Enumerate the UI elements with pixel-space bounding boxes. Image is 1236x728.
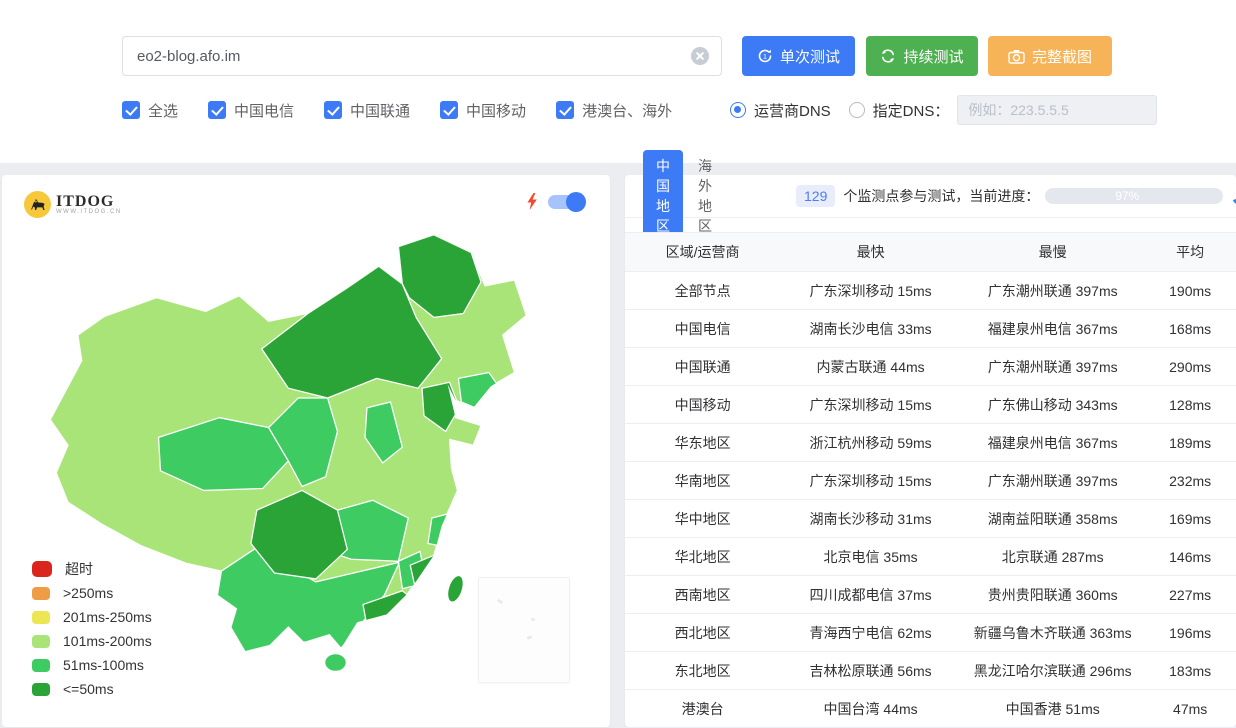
custom-dns-label: 指定DNS： xyxy=(873,100,950,121)
logo-subtitle: WWW.ITDOG.CN xyxy=(56,209,122,215)
fast-mode-toggle[interactable] xyxy=(548,195,584,209)
monitor-count-badge: 129 xyxy=(796,185,835,207)
camera-icon xyxy=(1008,49,1025,64)
table-row: 全部节点 广东深圳移动 15ms 广东潮州联通 397ms 190ms xyxy=(625,272,1236,310)
legend-swatch xyxy=(32,683,50,696)
header-bar: 1 单次测试 持续测试 完整截图 全选 中国电信 中国联通 xyxy=(0,0,1236,163)
map-toolbar xyxy=(526,193,584,210)
checkbox-select-all[interactable]: 全选 xyxy=(122,100,178,121)
tab-china-region[interactable]: 中国地区 xyxy=(643,150,683,242)
refresh-once-icon: 1 xyxy=(757,48,773,64)
table-row: 港澳台 中国台湾 44ms 中国香港 51ms 47ms xyxy=(625,690,1236,728)
legend-item-timeout: 超时 xyxy=(32,557,152,581)
isp-filter-row: 全选 中国电信 中国联通 中国移动 港澳台、海外 xyxy=(122,99,702,121)
lightning-icon xyxy=(526,193,538,210)
table-row: 华南地区 广东深圳移动 15ms 广东潮州联通 397ms 232ms xyxy=(625,462,1236,500)
legend-swatch xyxy=(32,659,50,672)
legend-item-le50: <=50ms xyxy=(32,677,152,701)
table-row: 中国电信 湖南长沙电信 33ms 福建泉州电信 367ms 168ms xyxy=(625,310,1236,348)
custom-dns-input[interactable] xyxy=(957,95,1157,125)
south-china-sea-inset xyxy=(478,577,570,683)
checkbox-label: 全选 xyxy=(148,100,178,121)
continuous-test-button[interactable]: 持续测试 xyxy=(866,36,978,76)
checkbox-icon xyxy=(556,101,574,119)
table-row: 中国移动 广东深圳移动 15ms 广东佛山移动 343ms 128ms xyxy=(625,386,1236,424)
col-fastest: 最快 xyxy=(780,233,961,272)
legend-swatch xyxy=(32,611,50,624)
checkbox-icon xyxy=(324,101,342,119)
checkbox-label: 中国移动 xyxy=(466,100,526,121)
legend-swatch xyxy=(32,561,52,577)
legend-item-101-200: 101ms-200ms xyxy=(32,629,152,653)
col-region: 区域/运营商 xyxy=(625,233,780,272)
checkbox-china-mobile[interactable]: 中国移动 xyxy=(440,100,526,121)
continuous-test-label: 持续测试 xyxy=(903,46,963,67)
table-row: 华北地区 北京电信 35ms 北京联通 287ms 146ms xyxy=(625,538,1236,576)
table-header-row: 区域/运营商 最快 最慢 平均 xyxy=(625,233,1236,272)
itdog-logo: ITDOG WWW.ITDOG.CN xyxy=(24,191,122,218)
progress-bar: 97% xyxy=(1045,188,1223,204)
table-row: 华东地区 浙江杭州移动 59ms 福建泉州电信 367ms 189ms xyxy=(625,424,1236,462)
url-input[interactable] xyxy=(123,48,691,65)
carrier-dns-label: 运营商DNS xyxy=(754,100,831,121)
toggle-knob xyxy=(566,192,586,212)
dns-option-row: 运营商DNS 指定DNS： xyxy=(730,95,1157,125)
dog-icon xyxy=(24,191,51,218)
latency-legend: 超时 >250ms 201ms-250ms 101ms-200ms 51ms-1… xyxy=(32,557,152,701)
legend-item-51-100: 51ms-100ms xyxy=(32,653,152,677)
legend-swatch xyxy=(32,587,50,600)
results-panel: 中国地区 海外地区 129 个监测点参与测试，当前进度： 97% 区域/运营商 … xyxy=(625,175,1236,727)
legend-swatch xyxy=(32,635,50,648)
checkbox-label: 港澳台、海外 xyxy=(582,100,672,121)
table-row: 华中地区 湖南长沙移动 31ms 湖南益阳联通 358ms 169ms xyxy=(625,500,1236,538)
monitor-status-text: 个监测点参与测试，当前进度： xyxy=(843,186,1039,206)
refresh-icon xyxy=(880,48,896,64)
clear-input-icon[interactable] xyxy=(691,47,709,65)
table-row: 西南地区 四川成都电信 37ms 贵州贵阳联通 360ms 227ms xyxy=(625,576,1236,614)
single-test-label: 单次测试 xyxy=(780,46,840,67)
checkbox-label: 中国联通 xyxy=(350,100,410,121)
checkbox-hk-mo-tw-overseas[interactable]: 港澳台、海外 xyxy=(556,100,672,121)
single-test-button[interactable]: 1 单次测试 xyxy=(742,36,855,76)
radio-custom-dns[interactable] xyxy=(849,102,865,118)
legend-item-gt250: >250ms xyxy=(32,581,152,605)
checkbox-label: 中国电信 xyxy=(234,100,294,121)
col-slowest: 最慢 xyxy=(961,233,1144,272)
url-search-box xyxy=(122,36,722,76)
col-average: 平均 xyxy=(1144,233,1236,272)
logo-title: ITDOG xyxy=(56,194,122,209)
legend-item-201-250: 201ms-250ms xyxy=(32,605,152,629)
checkbox-icon xyxy=(440,101,458,119)
checkbox-china-unicom[interactable]: 中国联通 xyxy=(324,100,410,121)
latency-results-table: 区域/运营商 最快 最慢 平均 全部节点 广东深圳移动 15ms 广东潮州联通 … xyxy=(625,232,1236,728)
full-screenshot-button[interactable]: 完整截图 xyxy=(988,36,1112,76)
checkbox-icon xyxy=(208,101,226,119)
loading-spinner-icon xyxy=(1230,185,1236,206)
latency-map-panel: ITDOG WWW.ITDOG.CN xyxy=(2,175,610,727)
tab-overseas-region[interactable]: 海外地区 xyxy=(698,156,712,236)
results-tab-row: 中国地区 海外地区 129 个监测点参与测试，当前进度： 97% xyxy=(625,175,1236,218)
checkbox-icon xyxy=(122,101,140,119)
checkbox-china-telecom[interactable]: 中国电信 xyxy=(208,100,294,121)
table-row: 东北地区 吉林松原联通 56ms 黑龙江哈尔滨联通 296ms 183ms xyxy=(625,652,1236,690)
svg-text:1: 1 xyxy=(763,52,767,61)
table-row: 中国联通 内蒙古联通 44ms 广东潮州联通 397ms 290ms xyxy=(625,348,1236,386)
full-screenshot-label: 完整截图 xyxy=(1032,46,1092,67)
table-row: 西北地区 青海西宁电信 62ms 新疆乌鲁木齐联通 363ms 196ms xyxy=(625,614,1236,652)
progress-percent-label: 97% xyxy=(1045,188,1209,204)
radio-carrier-dns[interactable] xyxy=(730,102,746,118)
